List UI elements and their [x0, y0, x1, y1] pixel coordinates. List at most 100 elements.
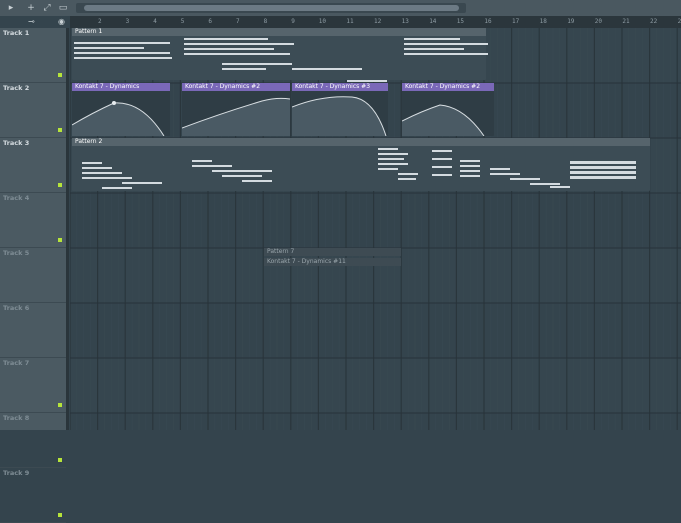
track-name: Track 2 [3, 84, 30, 92]
note-bar [570, 176, 636, 179]
automation-curve [182, 97, 290, 136]
ruler-bar-number: 14 [429, 18, 437, 25]
note-bar [102, 187, 132, 189]
track-name: Track 4 [3, 194, 30, 202]
ruler-bar-number: 18 [539, 18, 547, 25]
ruler-bar-number: 2 [98, 18, 102, 25]
note-bar [222, 175, 262, 177]
scrollbar-thumb[interactable] [84, 5, 459, 11]
note-bar [184, 53, 290, 55]
note-bar [212, 170, 272, 172]
automation-clip[interactable]: Kontakt 7 - Dynamics [72, 83, 170, 136]
track-header[interactable]: Track 1 [0, 28, 66, 83]
track-header[interactable]: Track 8 [0, 413, 66, 468]
ruler-bar-number: 15 [456, 18, 465, 25]
track-lane [70, 193, 681, 248]
arrow-icon[interactable]: ▸ [4, 2, 18, 14]
note-bar [378, 163, 408, 165]
track-name: Track 1 [3, 29, 30, 37]
track-active-led[interactable] [58, 128, 62, 132]
note-bar [222, 68, 266, 70]
note-bar [292, 68, 362, 70]
track-active-led[interactable] [58, 238, 62, 242]
track-active-led[interactable] [58, 73, 62, 77]
automation-clip[interactable]: Kontakt 7 - Dynamics #3 [292, 83, 388, 136]
playlist-grid[interactable]: Pattern 1 Kontakt 7 - Dynamics Kontakt 7… [70, 28, 681, 430]
ruler-bar-number: 7 [236, 18, 240, 25]
pattern-clip[interactable]: Pattern 2 [72, 138, 650, 191]
track-active-led[interactable] [58, 403, 62, 407]
diagonal-icon[interactable]: ⤢ [42, 2, 52, 14]
note-bar [242, 180, 272, 182]
track-header[interactable]: Track 4 [0, 193, 66, 248]
note-bar [378, 168, 398, 170]
track-active-led[interactable] [58, 183, 62, 187]
note-bar [530, 183, 560, 185]
track-name: Track 3 [3, 139, 30, 147]
track-header[interactable]: Track 2 [0, 83, 66, 138]
playlist-toolbar: ▸ + ⤢ ▭ [0, 0, 681, 16]
ruler-bar-number: 13 [401, 18, 409, 25]
note-bar [82, 177, 132, 179]
track-lane [70, 248, 681, 303]
note-bar [378, 148, 398, 150]
note-bar [570, 171, 636, 174]
note-bar [460, 170, 480, 172]
note-bar [82, 162, 102, 164]
box-icon[interactable]: ▭ [58, 2, 68, 14]
track-active-led[interactable] [58, 458, 62, 462]
track-headers: Track 1 Track 2 Track 3 Track 4 Track 5 Track… [0, 28, 69, 523]
plus-icon[interactable]: + [26, 2, 36, 14]
pattern-clip[interactable]: Pattern 1 [72, 28, 488, 82]
track-lane [70, 358, 681, 413]
note-bar [460, 160, 480, 162]
note-bar [570, 166, 636, 169]
ruler-bar-number: 11 [346, 18, 354, 25]
note-bar [122, 182, 162, 184]
note-bar [184, 38, 268, 40]
note-bar [432, 158, 452, 160]
note-bar [82, 172, 122, 174]
track-header[interactable]: Track 6 [0, 303, 66, 358]
ghost-pattern-clip[interactable]: Pattern 7 [264, 248, 401, 256]
ruler-bar-number: 6 [208, 18, 213, 25]
ruler-bar-number: 21 [622, 18, 630, 25]
note-bar [432, 150, 452, 152]
horizontal-scrollbar[interactable] [76, 3, 466, 13]
note-bar [378, 158, 404, 160]
automation-clip[interactable]: Kontakt 7 - Dynamics #2 [402, 83, 494, 136]
note-bar [74, 42, 170, 44]
note-bar [82, 167, 112, 169]
track-header[interactable]: Track 5 [0, 248, 66, 303]
ruler-bar-number: 12 [374, 18, 382, 25]
note-bar [74, 57, 172, 59]
ghost-automation-clip[interactable]: Kontakt 7 - Dynamics #11 [264, 258, 401, 266]
track-header[interactable]: Track 9 [0, 468, 66, 523]
note-bar [184, 48, 274, 50]
note-bar [347, 80, 387, 82]
track-active-led[interactable] [58, 513, 62, 517]
track-header[interactable]: Track 3 [0, 138, 66, 193]
track-name: Track 8 [3, 414, 30, 422]
zoom-slider-icon[interactable]: ⊸ [28, 17, 35, 27]
track-lane [70, 303, 681, 358]
automation-curve [72, 101, 165, 136]
note-bar [432, 166, 452, 168]
note-bar [550, 186, 570, 188]
ruler-bar-number: 20 [594, 18, 603, 25]
knob-icon[interactable]: ◉ [58, 17, 65, 27]
note-bar [460, 165, 480, 167]
note-bar [404, 38, 460, 40]
automation-curve [292, 96, 387, 136]
track-header[interactable]: Track 7 [0, 358, 66, 413]
ruler-bar-number: 16 [484, 18, 492, 25]
ruler-bar-number: 23 [677, 18, 681, 25]
automation-curve [402, 104, 485, 136]
note-bar [398, 178, 416, 180]
note-bar [398, 173, 418, 175]
ghost-pattern-label: Pattern 7 [267, 248, 295, 255]
note-bar [404, 43, 488, 45]
note-bar [192, 160, 212, 162]
automation-clip[interactable]: Kontakt 7 - Dynamics #2 [182, 83, 290, 136]
note-bar [510, 178, 540, 180]
